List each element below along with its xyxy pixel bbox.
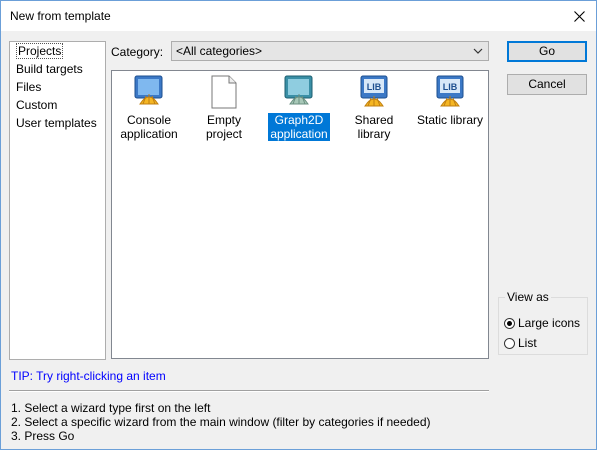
template-console-application[interactable]: Console application	[116, 74, 182, 141]
instruction-step: 3. Press Go	[11, 429, 75, 443]
template-label: Empty project	[205, 113, 243, 141]
sidebar-item-label: Custom	[16, 98, 58, 112]
go-button[interactable]: Go	[507, 41, 587, 62]
sidebar-item-user-templates[interactable]: User templates	[10, 114, 105, 132]
instruction-step: 1. Select a wizard type first on the lef…	[11, 401, 211, 415]
tip-text: TIP: Try right-clicking an item	[11, 369, 166, 383]
template-label: Console application	[120, 113, 178, 141]
wizard-type-list: Projects Build targets Files Custom User…	[9, 41, 106, 360]
separator	[9, 390, 489, 392]
list-label: List	[518, 336, 537, 350]
dialog-window: New from template Projects Build targets…	[0, 0, 597, 450]
instructions: 1. Select a wizard type first on the lef…	[11, 401, 431, 443]
chevron-down-icon	[473, 48, 483, 54]
view-as-group: View as Large icons List	[498, 290, 588, 355]
instruction-step: 2. Select a specific wizard from the mai…	[11, 415, 431, 429]
template-label: Static library	[416, 113, 484, 127]
graph2d-application-icon	[284, 75, 313, 105]
template-label: Graph2D application	[268, 113, 330, 141]
cancel-button[interactable]: Cancel	[507, 74, 587, 95]
category-value: <All categories>	[176, 44, 263, 58]
empty-file-icon	[211, 75, 237, 109]
view-as-legend: View as	[505, 290, 551, 304]
large-icons-radio[interactable]	[504, 317, 515, 329]
sidebar-item-label: Files	[16, 80, 42, 94]
large-icons-option[interactable]: Large icons	[504, 315, 580, 331]
sidebar-item-projects[interactable]: Projects	[10, 42, 105, 60]
template-shared-library[interactable]: LIB Shared library	[341, 74, 407, 141]
template-graph2d-application[interactable]: Graph2D application	[266, 74, 332, 141]
template-empty-project[interactable]: Empty project	[191, 74, 257, 141]
template-static-library[interactable]: LIB Static library	[412, 74, 488, 127]
shared-library-icon: LIB	[360, 75, 388, 107]
sidebar-item-custom[interactable]: Custom	[10, 96, 105, 114]
sidebar-item-label: Projects	[16, 43, 64, 59]
sidebar-item-files[interactable]: Files	[10, 78, 105, 96]
title-bar: New from template	[1, 1, 596, 31]
category-dropdown[interactable]: <All categories>	[171, 41, 489, 61]
category-label: Category:	[111, 45, 164, 59]
list-radio[interactable]	[504, 337, 515, 349]
sidebar-item-label: Build targets	[16, 62, 83, 76]
window-title: New from template	[10, 9, 111, 23]
template-gallery: Console application Empty project Graph2…	[111, 70, 489, 359]
lib-badge: LIB	[367, 82, 382, 92]
sidebar-item-build-targets[interactable]: Build targets	[10, 60, 105, 78]
template-label: Shared library	[354, 113, 394, 141]
large-icons-label: Large icons	[518, 316, 581, 330]
close-button[interactable]	[562, 1, 596, 31]
list-option[interactable]: List	[504, 335, 537, 351]
console-application-icon	[134, 75, 163, 105]
static-library-icon: LIB	[436, 75, 464, 107]
close-icon	[573, 10, 585, 22]
sidebar-item-label: User templates	[16, 116, 97, 130]
lib-badge: LIB	[443, 82, 458, 92]
